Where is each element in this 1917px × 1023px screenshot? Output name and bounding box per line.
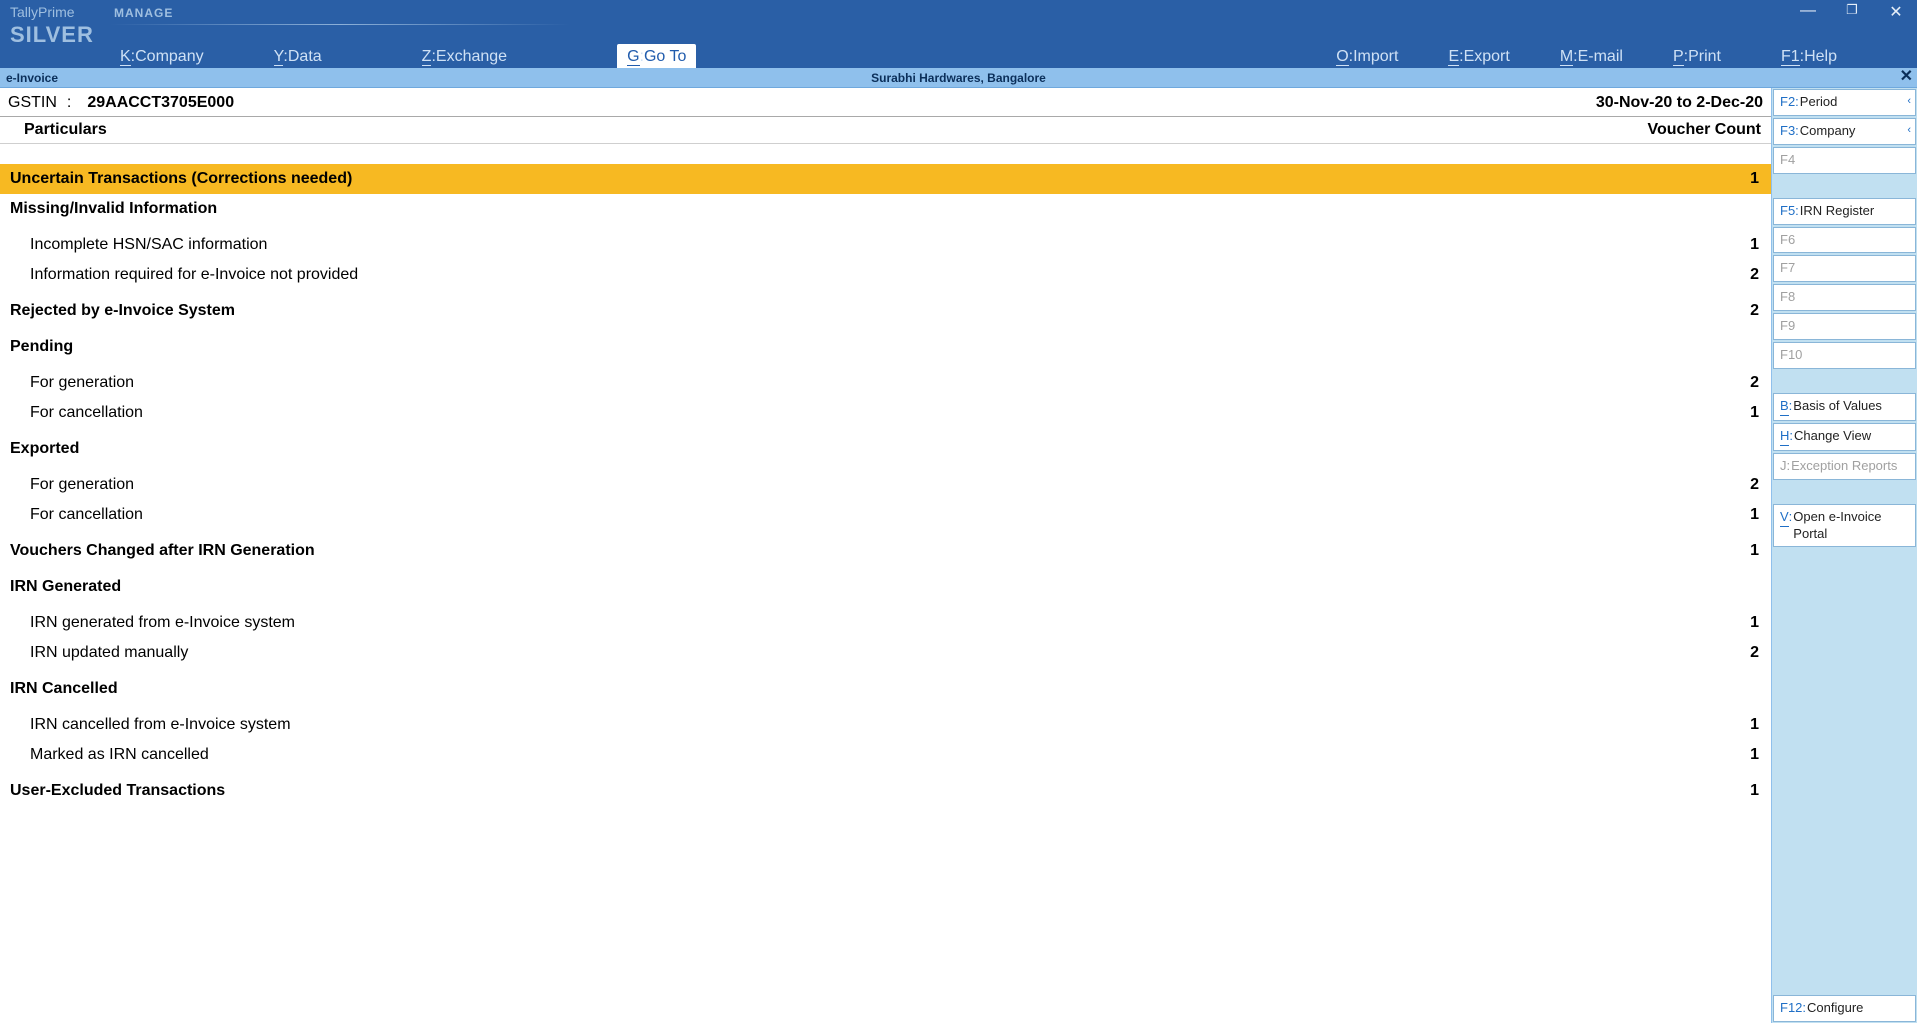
side-f3-company[interactable]: F3:Company ‹ [1773, 118, 1916, 145]
row-irn-generated-header[interactable]: IRN Generated [0, 572, 1771, 602]
workspace: GSTIN : 29AACCT3705E000 30-Nov-20 to 2-D… [0, 88, 1917, 1023]
main-panel: GSTIN : 29AACCT3705E000 30-Nov-20 to 2-D… [0, 88, 1772, 1023]
manage-separator [110, 24, 570, 25]
row-missing-header[interactable]: Missing/Invalid Information [0, 194, 1771, 224]
side-f10: F10 [1773, 342, 1916, 369]
subheader-left: e-Invoice [6, 71, 58, 85]
column-headers: Particulars Voucher Count [0, 117, 1771, 144]
close-icon[interactable]: ✕ [1900, 68, 1913, 86]
row-irn-cancelled-header[interactable]: IRN Cancelled [0, 674, 1771, 704]
sub-header: e-Invoice Surabhi Hardwares, Bangalore ✕ [0, 68, 1917, 88]
manage-block: MANAGE [110, 0, 570, 29]
side-open-einvoice-portal[interactable]: V:Open e-Invoice Portal [1773, 504, 1916, 548]
side-f2-period[interactable]: F2:Period ‹ [1773, 89, 1916, 116]
gstin-value: 29AACCT3705E000 [87, 94, 234, 112]
window-close-button[interactable]: ✕ [1883, 2, 1909, 22]
side-f12-configure[interactable]: F12:Configure [1773, 995, 1916, 1022]
gstin-label: GSTIN [8, 94, 57, 112]
side-panel: F2:Period ‹ F3:Company ‹ F4 F5:IRN Regis… [1772, 88, 1917, 1023]
row-pending-cancellation[interactable]: For cancellation 1 [0, 398, 1771, 428]
menu-goto[interactable]: G:Go To [617, 44, 696, 70]
row-exported-header[interactable]: Exported [0, 434, 1771, 464]
row-info-required[interactable]: Information required for e-Invoice not p… [0, 260, 1771, 290]
side-exception-reports: J:Exception Reports [1773, 453, 1916, 480]
row-marked-irn-cancelled[interactable]: Marked as IRN cancelled 1 [0, 740, 1771, 770]
gstin-row: GSTIN : 29AACCT3705E000 30-Nov-20 to 2-D… [0, 88, 1771, 117]
window-controls: — ❐ ✕ [1795, 2, 1909, 22]
row-pending-header[interactable]: Pending [0, 332, 1771, 362]
chevron-left-icon: ‹ [1907, 123, 1911, 137]
maximize-button[interactable]: ❐ [1839, 2, 1865, 22]
col-voucher-count: Voucher Count [1648, 121, 1761, 139]
row-user-excluded[interactable]: User-Excluded Transactions 1 [0, 776, 1771, 806]
row-uncertain[interactable]: Uncertain Transactions (Corrections need… [0, 164, 1771, 194]
title-bar: TallyPrime SILVER MANAGE K:Company Y:Dat… [0, 0, 1917, 68]
row-irn-cancelled-system[interactable]: IRN cancelled from e-Invoice system 1 [0, 710, 1771, 740]
brand-line2: SILVER [10, 22, 110, 48]
chevron-left-icon: ‹ [1907, 94, 1911, 108]
col-particulars: Particulars [24, 121, 107, 139]
manage-label: MANAGE [110, 0, 570, 24]
brand-line1: TallyPrime [10, 4, 110, 20]
side-f9: F9 [1773, 313, 1916, 340]
row-rejected[interactable]: Rejected by e-Invoice System 2 [0, 296, 1771, 326]
brand-block: TallyPrime SILVER [0, 0, 110, 68]
side-f6: F6 [1773, 227, 1916, 254]
row-irn-updated-manually[interactable]: IRN updated manually 2 [0, 638, 1771, 668]
period-value: 30-Nov-20 to 2-Dec-20 [1596, 94, 1763, 112]
side-f7: F7 [1773, 255, 1916, 282]
report-body: Uncertain Transactions (Corrections need… [0, 144, 1771, 1023]
row-pending-generation[interactable]: For generation 2 [0, 368, 1771, 398]
side-change-view[interactable]: H:Change View [1773, 423, 1916, 451]
row-exported-cancellation[interactable]: For cancellation 1 [0, 500, 1771, 530]
side-basis-of-values[interactable]: B:Basis of Values [1773, 393, 1916, 421]
minimize-button[interactable]: — [1795, 2, 1821, 22]
row-hsn[interactable]: Incomplete HSN/SAC information 1 [0, 230, 1771, 260]
side-f5-irn-register[interactable]: F5:IRN Register [1773, 198, 1916, 225]
row-irn-generated-system[interactable]: IRN generated from e-Invoice system 1 [0, 608, 1771, 638]
side-f4: F4 [1773, 147, 1916, 174]
side-f8: F8 [1773, 284, 1916, 311]
subheader-center: Surabhi Hardwares, Bangalore [871, 71, 1046, 85]
row-vouchers-changed[interactable]: Vouchers Changed after IRN Generation 1 [0, 536, 1771, 566]
row-exported-generation[interactable]: For generation 2 [0, 470, 1771, 500]
